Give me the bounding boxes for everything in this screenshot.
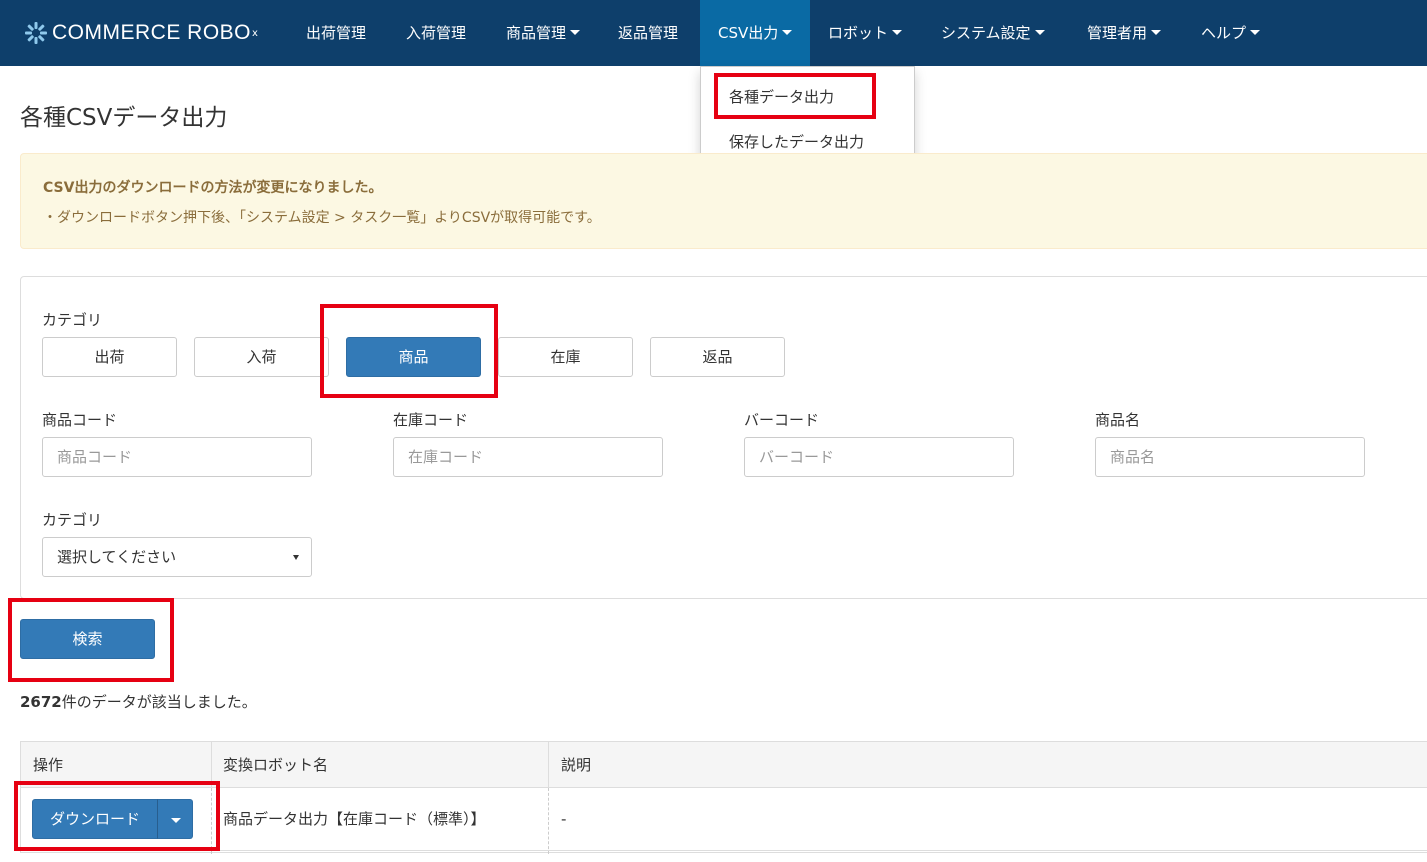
page-title: 各種CSVデータ出力 xyxy=(20,105,228,131)
barcode-label: バーコード xyxy=(744,411,820,429)
category-button-products[interactable]: 商品 xyxy=(346,337,481,377)
menu-item-various-data-output[interactable]: 各種データ出力 xyxy=(701,86,914,107)
results-table: 操作 変換ロボット名 説明 商品データ出力【在庫コード（標準）】 - xyxy=(20,741,1427,854)
caret-down-icon xyxy=(171,818,181,823)
table-cell-description: - xyxy=(561,810,567,828)
brand-gear-icon xyxy=(25,22,47,44)
result-count: 2672 xyxy=(20,693,62,711)
sub-category-label: カテゴリ xyxy=(42,511,103,529)
caret-down-icon xyxy=(570,30,581,35)
table-cell-robot-name: 商品データ出力【在庫コード（標準）】 xyxy=(223,810,486,828)
notice-alert: CSV出力のダウンロードの方法が変更になりました。 ・ダウンロードボタン押下後、… xyxy=(20,153,1427,249)
product-name-input[interactable] xyxy=(1095,437,1365,477)
column-divider xyxy=(548,788,549,854)
download-button[interactable]: ダウンロード xyxy=(32,799,158,839)
nav-products[interactable]: 商品管理 xyxy=(488,0,598,66)
result-count-suffix: 件のデータが該当しました。 xyxy=(61,693,257,711)
search-button[interactable]: 検索 xyxy=(20,619,155,659)
table-header: 操作 変換ロボット名 説明 xyxy=(21,742,1427,788)
column-header-robot-name: 変換ロボット名 xyxy=(223,756,329,774)
row-divider xyxy=(21,850,1427,851)
barcode-input[interactable] xyxy=(744,437,1014,477)
nav-returns[interactable]: 返品管理 xyxy=(600,0,696,66)
top-navbar: COMMERCE ROBO x 出荷管理 入荷管理 商品管理 返品管理 CSV出… xyxy=(0,0,1427,66)
caret-down-icon xyxy=(1034,30,1045,35)
nav-receiving[interactable]: 入荷管理 xyxy=(388,0,484,66)
alert-heading: CSV出力のダウンロードの方法が変更になりました。 xyxy=(43,180,383,196)
column-header-description: 説明 xyxy=(561,756,592,774)
brand-mark: x xyxy=(252,27,258,39)
nav-shipping[interactable]: 出荷管理 xyxy=(288,0,384,66)
category-button-stock[interactable]: 在庫 xyxy=(498,337,633,377)
column-divider xyxy=(211,788,212,854)
product-code-label: 商品コード xyxy=(42,411,118,429)
sub-category-select[interactable]: 選択してください xyxy=(42,537,312,577)
nav-csv-output[interactable]: CSV出力 xyxy=(700,0,810,66)
caret-down-icon xyxy=(1151,30,1162,35)
nav-system-settings[interactable]: システム設定 xyxy=(923,0,1063,66)
nav-help[interactable]: ヘルプ xyxy=(1183,0,1278,66)
product-name-label: 商品名 xyxy=(1095,411,1141,429)
caret-down-icon xyxy=(892,30,903,35)
category-button-returns[interactable]: 返品 xyxy=(650,337,785,377)
column-header-action: 操作 xyxy=(33,756,64,774)
caret-down-icon xyxy=(1250,30,1261,35)
caret-down-icon xyxy=(782,30,793,35)
nav-robot[interactable]: ロボット xyxy=(810,0,920,66)
alert-body: ・ダウンロードボタン押下後、「システム設定 > タスク一覧」よりCSVが取得可能… xyxy=(43,210,601,226)
nav-admin[interactable]: 管理者用 xyxy=(1069,0,1179,66)
brand-name: COMMERCE ROBO xyxy=(52,21,252,44)
brand-logo[interactable]: COMMERCE ROBO x xyxy=(24,0,258,66)
sub-category-select-value: 選択してください xyxy=(57,548,177,566)
download-options-toggle[interactable] xyxy=(157,799,193,839)
menu-item-saved-data-output[interactable]: 保存したデータ出力 xyxy=(701,131,914,152)
stock-code-label: 在庫コード xyxy=(393,411,469,429)
stock-code-input[interactable] xyxy=(393,437,663,477)
product-code-input[interactable] xyxy=(42,437,312,477)
category-label: カテゴリ xyxy=(42,311,103,329)
category-button-receiving[interactable]: 入荷 xyxy=(194,337,329,377)
select-caret-icon xyxy=(293,555,299,560)
result-count-text: 2672件のデータが該当しました。 xyxy=(20,691,257,712)
category-button-shipping[interactable]: 出荷 xyxy=(42,337,177,377)
